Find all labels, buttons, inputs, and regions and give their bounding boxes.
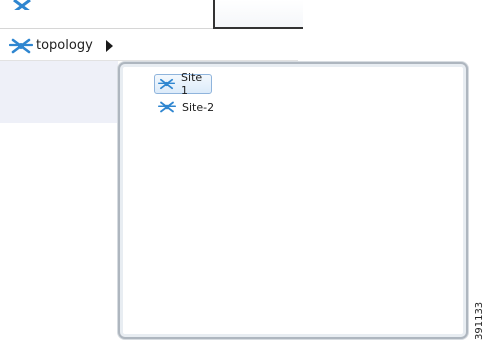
- chevron-right-icon[interactable]: [106, 40, 113, 52]
- background-panel: [0, 61, 118, 123]
- top-field-fragment[interactable]: [213, 0, 303, 29]
- dropdown-item-label: Site-2: [182, 100, 215, 114]
- site-dropdown[interactable]: Site 1 Site-2: [118, 62, 468, 339]
- topology-icon: [8, 37, 34, 55]
- dropdown-item-site-1[interactable]: Site 1: [154, 71, 212, 97]
- dropdown-item-site-2[interactable]: Site-2: [155, 97, 225, 117]
- topology-icon-fragment: [10, 0, 34, 10]
- dropdown-item-label: Site 1: [181, 71, 203, 97]
- site-icon: [158, 78, 176, 90]
- site-icon: [158, 101, 176, 113]
- breadcrumb-topology-label[interactable]: topology: [36, 38, 93, 53]
- figure-id-watermark: 391133: [474, 301, 485, 340]
